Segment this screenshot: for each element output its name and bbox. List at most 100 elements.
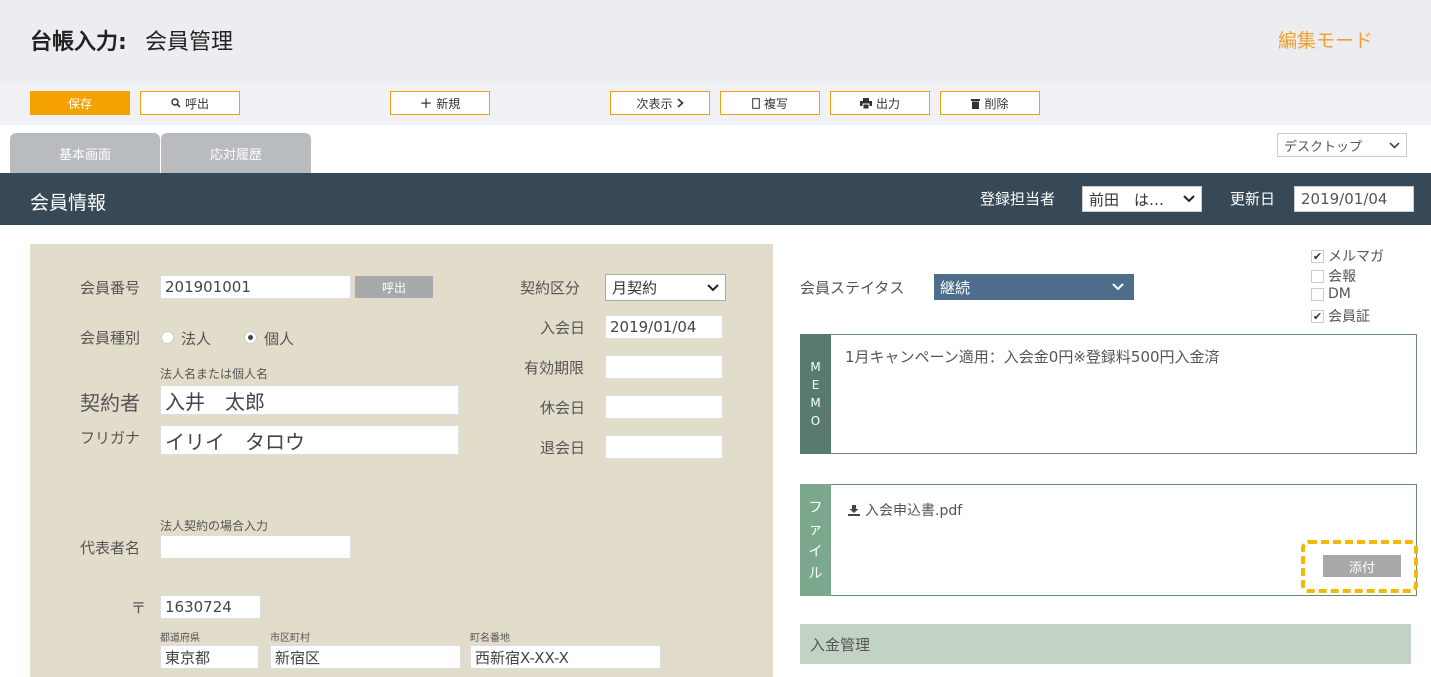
save-label: 保存 [67, 96, 92, 111]
member-no-label: 会員番号 [80, 279, 141, 297]
new-button[interactable]: + 新規 [390, 91, 490, 115]
town-input[interactable]: 西新宿X-XX-X [470, 645, 661, 669]
postal-input[interactable]: 1630724 [160, 595, 261, 619]
member-no-input[interactable]: 201901001 [160, 275, 351, 299]
checkbox-dm-label: DM [1328, 286, 1351, 302]
leave-label: 退会日 [540, 439, 586, 457]
radio-individual-label: 個人 [264, 330, 295, 348]
file-letter: フ [808, 500, 823, 516]
registrar-value: 前田 は… [1089, 190, 1165, 209]
join-date-label: 入会日 [540, 319, 586, 337]
registrar-label: 登録担当者 [980, 190, 1056, 208]
checkbox-card[interactable]: ✔ 会員証 [1311, 306, 1370, 326]
city-label: 市区町村 [270, 633, 310, 644]
file-letter: イ [808, 544, 823, 560]
radio-corporate-label: 法人 [181, 330, 212, 348]
join-date-input[interactable]: 2019/01/04 [605, 315, 723, 339]
checkbox-card-label: 会員証 [1328, 309, 1370, 325]
member-call-button[interactable]: 呼出 [355, 276, 433, 298]
next-button[interactable]: 次表示 [610, 91, 710, 115]
delete-label: 削除 [984, 96, 1009, 111]
payment-section-header: 入金管理 [800, 624, 1411, 664]
leave-input[interactable] [605, 435, 723, 459]
memo-letter: O [810, 414, 821, 428]
chevron-down-icon [1112, 283, 1124, 291]
status-value: 継続 [940, 278, 971, 297]
expiry-label: 有効期限 [524, 359, 585, 377]
suspend-label: 休会日 [540, 399, 586, 417]
printer-icon [859, 97, 872, 109]
rep-input[interactable] [160, 535, 351, 559]
file-link[interactable]: 入会申込書.pdf [848, 500, 962, 520]
call-button[interactable]: 呼出 [140, 91, 240, 115]
copy-label: 複写 [763, 96, 788, 111]
next-label: 次表示 [636, 96, 673, 111]
checkbox-bulletin-label: 会報 [1328, 269, 1356, 285]
contract-type-label: 契約区分 [520, 279, 581, 297]
memo-text: 1月キャンペーン適用：入会金0円※登録料500円入金済 [845, 348, 1220, 366]
search-icon [171, 98, 181, 108]
rep-hint: 法人契約の場合入力 [160, 519, 269, 533]
name-hint: 法人名または個人名 [160, 367, 269, 381]
save-button[interactable]: 保存 [30, 91, 130, 115]
contract-type-select[interactable]: 月契約 [605, 274, 726, 301]
memo-letter: M [810, 396, 821, 410]
prefecture-input[interactable]: 東京都 [160, 645, 259, 669]
checkbox-bulletin[interactable]: 会報 [1311, 266, 1356, 286]
member-type-label: 会員種別 [80, 329, 141, 347]
download-icon [848, 504, 860, 516]
status-select[interactable]: 継続 [934, 274, 1134, 300]
memo-side-label: M E M O [800, 334, 831, 454]
plus-icon: + [419, 94, 433, 112]
chevron-down-icon [707, 283, 719, 291]
chevron-down-icon [1183, 195, 1195, 203]
new-label: 新規 [436, 96, 461, 111]
contractor-input[interactable]: 入井 太郎 [160, 385, 459, 415]
copy-icon [752, 97, 760, 109]
checkbox-mailmag[interactable]: ✔ メルマガ [1311, 246, 1384, 266]
city-input[interactable]: 新宿区 [270, 645, 461, 669]
town-label: 町名番地 [470, 633, 510, 644]
mode-indicator: 編集モード [1278, 30, 1374, 52]
checkbox-card-box[interactable]: ✔ [1311, 309, 1324, 323]
memo-letter: M [810, 360, 821, 374]
tab-basic-label: 基本画面 [58, 147, 111, 163]
file-letter: ル [808, 566, 823, 582]
status-label: 会員ステイタス [800, 279, 905, 297]
copy-button[interactable]: 複写 [720, 91, 820, 115]
section-title: 会員情報 [30, 192, 107, 214]
file-side-label: フ ァ イ ル [800, 484, 831, 596]
checkbox-mailmag-label: メルマガ [1328, 249, 1384, 265]
output-button[interactable]: 出力 [830, 91, 930, 115]
tab-history-label: 応対履歴 [209, 147, 262, 163]
suspend-input[interactable] [605, 395, 723, 419]
checkbox-mailmag-box[interactable]: ✔ [1311, 249, 1324, 263]
furigana-input[interactable]: イリイ タロウ [160, 425, 459, 455]
radio-selected-dot [248, 335, 253, 340]
file-letter: ァ [808, 522, 823, 538]
chevron-right-icon [676, 98, 684, 108]
contract-type-value: 月契約 [612, 279, 658, 297]
updated-date-input[interactable]: 2019/01/04 [1294, 186, 1414, 212]
section-bar [0, 173, 1431, 225]
tab-history[interactable]: 応対履歴 [161, 133, 311, 173]
chevron-down-icon [1389, 141, 1400, 149]
delete-button[interactable]: 削除 [940, 91, 1040, 115]
checkbox-dm[interactable]: DM [1311, 286, 1351, 302]
furigana-label: フリガナ [80, 429, 141, 447]
checkbox-dm-box[interactable] [1311, 287, 1324, 301]
registrar-select[interactable]: 前田 は… [1082, 186, 1202, 212]
radio-individual[interactable] [244, 331, 257, 344]
contractor-label: 契約者 [80, 391, 140, 415]
updated-label: 更新日 [1230, 190, 1276, 208]
memo-letter: E [811, 378, 820, 392]
tab-basic[interactable]: 基本画面 [10, 133, 160, 173]
page-subtitle: 会員管理 [145, 30, 234, 55]
postal-mark: 〒 [131, 599, 147, 617]
radio-corporate[interactable] [161, 331, 174, 344]
checkbox-bulletin-box[interactable] [1311, 269, 1324, 283]
view-select-value: デスクトップ [1284, 139, 1363, 155]
attach-button[interactable]: 添付 [1323, 555, 1401, 577]
view-select[interactable]: デスクトップ [1277, 133, 1407, 157]
expiry-input[interactable] [605, 355, 723, 379]
